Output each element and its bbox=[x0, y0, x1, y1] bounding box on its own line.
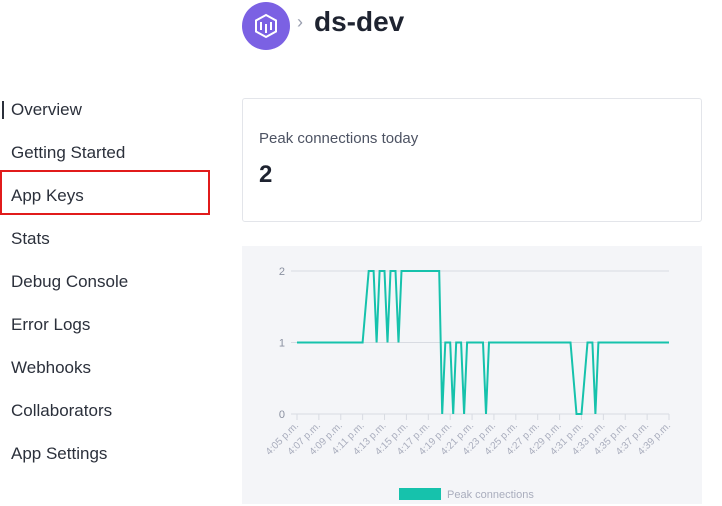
legend-label: Peak connections bbox=[447, 489, 534, 501]
sidebar-item-stats[interactable]: Stats bbox=[0, 217, 230, 260]
sidebar-item-getting-started[interactable]: Getting Started bbox=[0, 131, 230, 174]
highlight-box bbox=[0, 170, 210, 215]
chart-svg: 012 4:05 p.m.4:07 p.m.4:09 p.m.4:11 p.m.… bbox=[264, 266, 673, 501]
breadcrumb-separator: › bbox=[297, 12, 303, 32]
sidebar-item-collaborators[interactable]: Collaborators bbox=[0, 389, 230, 432]
stat-label: Peak connections today bbox=[259, 130, 419, 147]
cube-logo-icon bbox=[255, 13, 277, 39]
y-tick-label: 0 bbox=[279, 409, 285, 421]
sidebar-item-webhooks[interactable]: Webhooks bbox=[0, 346, 230, 389]
sidebar-item-app-settings[interactable]: App Settings bbox=[0, 432, 230, 475]
stat-value: 2 bbox=[259, 161, 273, 188]
y-tick-label: 2 bbox=[279, 266, 285, 278]
sidebar-item-overview[interactable]: Overview bbox=[0, 88, 230, 131]
page-title: ds-dev bbox=[314, 6, 405, 37]
y-tick-label: 1 bbox=[279, 338, 285, 350]
connections-chart: 012 4:05 p.m. 4:07 p.m. 4:09 p.m. 4:11 p.m.… bbox=[242, 246, 702, 504]
peak-connections-card: Peak connections today 2 bbox=[242, 98, 702, 222]
sidebar-item-error-logs[interactable]: Error Logs bbox=[0, 303, 230, 346]
legend-swatch bbox=[399, 488, 441, 500]
sidebar-nav: Overview Getting Started App Keys Stats … bbox=[0, 88, 230, 475]
sidebar-item-debug-console[interactable]: Debug Console bbox=[0, 260, 230, 303]
app-logo[interactable] bbox=[242, 2, 290, 50]
series-line bbox=[297, 270, 669, 415]
